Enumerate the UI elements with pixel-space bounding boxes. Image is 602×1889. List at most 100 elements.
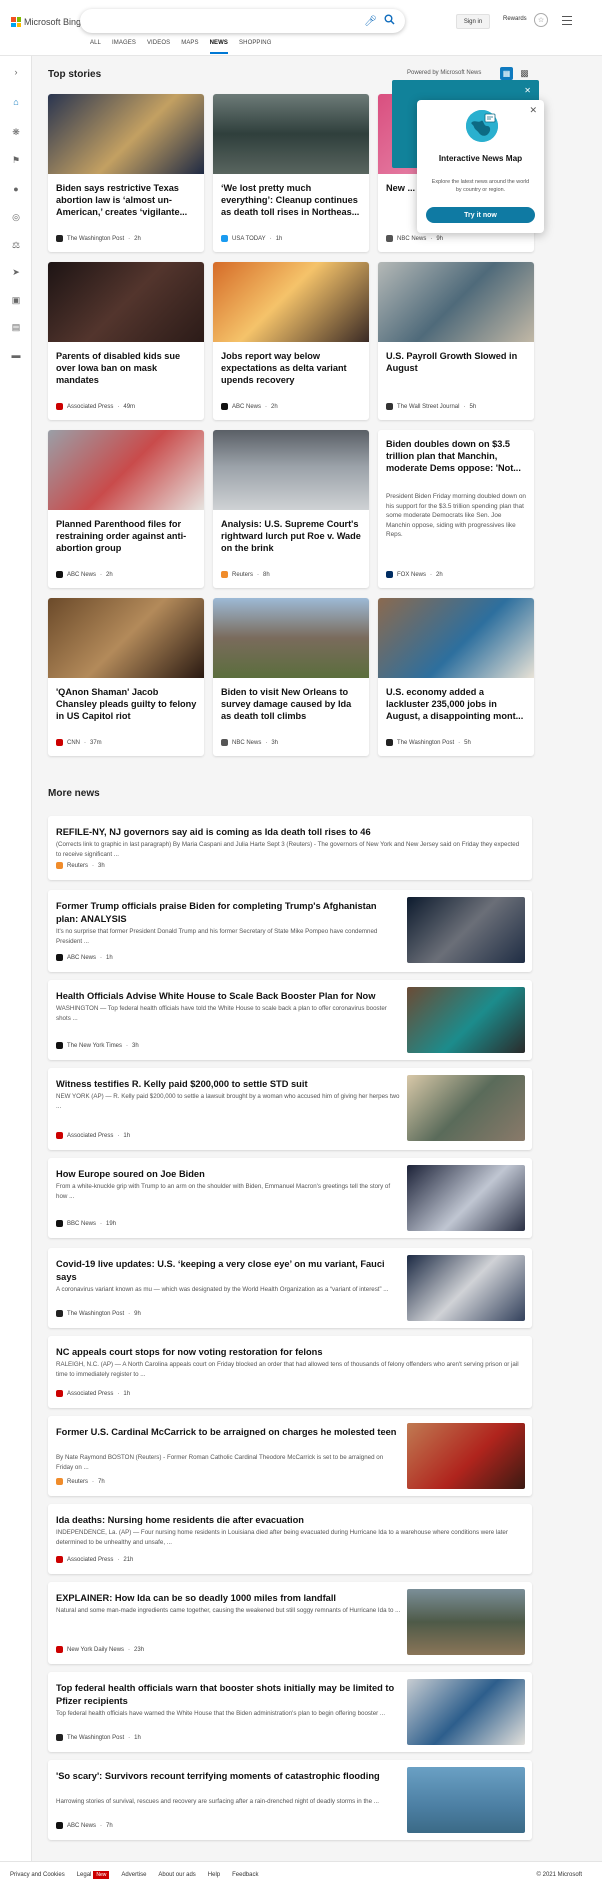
news-title[interactable]: Top federal health officials warn that b… bbox=[56, 1682, 401, 1708]
news-title[interactable]: Witness testifies R. Kelly paid $200,000… bbox=[56, 1078, 401, 1091]
news-list-item[interactable]: How Europe soured on Joe Biden From a whi… bbox=[48, 1158, 532, 1238]
tab-videos[interactable]: VIDEOS bbox=[147, 40, 181, 54]
news-list-item[interactable]: Covid-19 live updates: U.S. ‘keeping a v… bbox=[48, 1248, 532, 1328]
news-list-item[interactable]: 'So scary': Survivors recount terrifying… bbox=[48, 1760, 532, 1840]
rewards-trophy-icon[interactable]: ☆ bbox=[534, 13, 548, 27]
top-story-card[interactable]: Biden says restrictive Texas abortion la… bbox=[48, 94, 204, 252]
search-box[interactable]: 🎤︎ bbox=[80, 9, 405, 33]
news-title[interactable]: Former Trump officials praise Biden for … bbox=[56, 900, 401, 926]
top-story-card[interactable]: Biden to visit New Orleans to survey dam… bbox=[213, 598, 369, 756]
search-icon[interactable] bbox=[384, 12, 395, 30]
top-story-card[interactable]: Jobs report way below expectations as de… bbox=[213, 262, 369, 420]
news-thumbnail[interactable] bbox=[407, 1075, 525, 1141]
news-list-item[interactable]: NC appeals court stops for now voting re… bbox=[48, 1336, 532, 1408]
top-story-card[interactable]: ‘We lost pretty much everything’: Cleanu… bbox=[213, 94, 369, 252]
bing-logo[interactable]: Microsoft Bing bbox=[11, 15, 81, 29]
collapse-icon[interactable]: › bbox=[10, 66, 22, 78]
map-view-icon[interactable]: ▩ bbox=[518, 67, 531, 80]
rewards-link[interactable]: Rewards bbox=[503, 16, 527, 22]
news-list-item[interactable]: Former U.S. Cardinal McCarrick to be arr… bbox=[48, 1416, 532, 1496]
home-icon[interactable]: ⌂ bbox=[10, 96, 22, 108]
footer-link[interactable]: Advertise bbox=[121, 1872, 146, 1878]
money-icon[interactable]: ▬ bbox=[10, 349, 22, 361]
news-thumbnail[interactable] bbox=[407, 1589, 525, 1655]
news-title[interactable]: Former U.S. Cardinal McCarrick to be arr… bbox=[56, 1426, 401, 1439]
news-list-item[interactable]: REFILE-NY, NJ governors say aid is comin… bbox=[48, 816, 532, 880]
grid-view-icon[interactable]: ▦ bbox=[500, 67, 513, 80]
location-icon[interactable]: ● bbox=[10, 183, 22, 195]
footer-link-label[interactable]: Advertise bbox=[121, 1872, 146, 1878]
footer-link[interactable]: About our ads bbox=[158, 1872, 195, 1878]
footer-link[interactable]: Legal New bbox=[77, 1871, 110, 1879]
news-thumbnail[interactable] bbox=[407, 897, 525, 963]
tab-all[interactable]: ALL bbox=[90, 40, 112, 54]
building-icon[interactable]: ▤ bbox=[10, 321, 22, 333]
story-title[interactable]: U.S. economy added a lackluster 235,000 … bbox=[386, 686, 528, 722]
news-title[interactable]: REFILE-NY, NJ governors say aid is comin… bbox=[56, 826, 524, 839]
search-input[interactable] bbox=[92, 13, 322, 29]
story-title[interactable]: Analysis: U.S. Supreme Court's rightward… bbox=[221, 518, 363, 554]
hamburger-menu-icon[interactable] bbox=[562, 16, 572, 25]
banner-close-icon[interactable]: ✕ bbox=[524, 86, 531, 95]
news-list-item[interactable]: EXPLAINER: How Ida can be so deadly 1000… bbox=[48, 1582, 532, 1664]
footer-link-label[interactable]: Privacy and Cookies bbox=[10, 1872, 65, 1878]
flag-icon[interactable]: ⚑ bbox=[10, 154, 22, 166]
story-title[interactable]: Jobs report way below expectations as de… bbox=[221, 350, 363, 386]
globe-icon[interactable]: ◎ bbox=[10, 211, 22, 223]
scale-icon[interactable]: ⚖ bbox=[10, 239, 22, 251]
tab-images[interactable]: IMAGES bbox=[112, 40, 147, 54]
news-title[interactable]: NC appeals court stops for now voting re… bbox=[56, 1346, 524, 1359]
tab-news[interactable]: NEWS bbox=[209, 40, 229, 54]
news-list-item[interactable]: Former Trump officials praise Biden for … bbox=[48, 890, 532, 972]
news-thumbnail[interactable] bbox=[407, 1255, 525, 1321]
tab-shopping[interactable]: SHOPPING bbox=[239, 40, 282, 54]
story-title[interactable]: Planned Parenthood files for restraining… bbox=[56, 518, 198, 554]
top-story-card[interactable]: Planned Parenthood files for restraining… bbox=[48, 430, 204, 588]
top-story-card[interactable]: 'QAnon Shaman' Jacob Chansley pleads gui… bbox=[48, 598, 204, 756]
footer-link[interactable]: Feedback bbox=[232, 1872, 258, 1878]
news-title[interactable]: Covid-19 live updates: U.S. ‘keeping a v… bbox=[56, 1258, 401, 1284]
story-title[interactable]: Biden to visit New Orleans to survey dam… bbox=[221, 686, 363, 722]
coronavirus-icon[interactable]: ❋ bbox=[10, 126, 22, 138]
footer-link-label[interactable]: Help bbox=[208, 1872, 220, 1878]
news-list-item[interactable]: Health Officials Advise White House to S… bbox=[48, 980, 532, 1060]
sign-in-button[interactable]: Sign in bbox=[456, 14, 490, 29]
rocket-icon[interactable]: ➤ bbox=[10, 266, 22, 278]
news-title[interactable]: EXPLAINER: How Ida can be so deadly 1000… bbox=[56, 1592, 401, 1605]
footer-link-label[interactable]: Legal bbox=[77, 1872, 92, 1878]
try-it-now-button[interactable]: Try it now bbox=[426, 207, 535, 223]
news-thumbnail[interactable] bbox=[407, 1165, 525, 1231]
news-thumbnail[interactable] bbox=[407, 1767, 525, 1833]
top-story-card[interactable]: Analysis: U.S. Supreme Court's rightward… bbox=[213, 430, 369, 588]
news-thumbnail[interactable] bbox=[407, 1679, 525, 1745]
top-story-card[interactable]: U.S. economy added a lackluster 235,000 … bbox=[378, 598, 534, 756]
top-story-card[interactable]: Parents of disabled kids sue over Iowa b… bbox=[48, 262, 204, 420]
microphone-icon[interactable]: 🎤︎ bbox=[364, 16, 377, 27]
monitor-icon[interactable]: ▣ bbox=[10, 294, 22, 306]
news-thumbnail[interactable] bbox=[407, 1423, 525, 1489]
news-title[interactable]: How Europe soured on Joe Biden bbox=[56, 1168, 401, 1181]
story-title[interactable]: 'QAnon Shaman' Jacob Chansley pleads gui… bbox=[56, 686, 198, 722]
news-list-item[interactable]: Ida deaths: Nursing home residents die a… bbox=[48, 1504, 532, 1574]
footer-link-label[interactable]: Feedback bbox=[232, 1872, 258, 1878]
footer-link-label[interactable]: About our ads bbox=[158, 1872, 195, 1878]
story-title[interactable]: Parents of disabled kids sue over Iowa b… bbox=[56, 350, 198, 386]
footer-link[interactable]: Privacy and Cookies bbox=[10, 1872, 65, 1878]
footer-link[interactable]: Help bbox=[208, 1872, 220, 1878]
top-story-card[interactable]: Biden doubles down on $3.5 trillion plan… bbox=[378, 430, 534, 588]
story-source: ABC News · 2h bbox=[221, 403, 278, 410]
top-story-card[interactable]: U.S. Payroll Growth Slowed in August The … bbox=[378, 262, 534, 420]
story-title[interactable]: Biden doubles down on $3.5 trillion plan… bbox=[386, 438, 528, 474]
news-thumbnail[interactable] bbox=[407, 987, 525, 1053]
popup-close-icon[interactable]: ✕ bbox=[529, 105, 537, 116]
news-list-item[interactable]: Witness testifies R. Kelly paid $200,000… bbox=[48, 1068, 532, 1150]
news-list-item[interactable]: Top federal health officials warn that b… bbox=[48, 1672, 532, 1752]
story-title[interactable]: ‘We lost pretty much everything’: Cleanu… bbox=[221, 182, 363, 218]
news-title[interactable]: 'So scary': Survivors recount terrifying… bbox=[56, 1770, 401, 1783]
story-title[interactable]: U.S. Payroll Growth Slowed in August bbox=[386, 350, 528, 374]
story-title[interactable]: Biden says restrictive Texas abortion la… bbox=[56, 182, 198, 218]
tab-maps[interactable]: MAPS bbox=[181, 40, 209, 54]
news-title[interactable]: Ida deaths: Nursing home residents die a… bbox=[56, 1514, 524, 1527]
news-source: ABC News · 1h bbox=[56, 954, 113, 961]
news-title[interactable]: Health Officials Advise White House to S… bbox=[56, 990, 401, 1003]
